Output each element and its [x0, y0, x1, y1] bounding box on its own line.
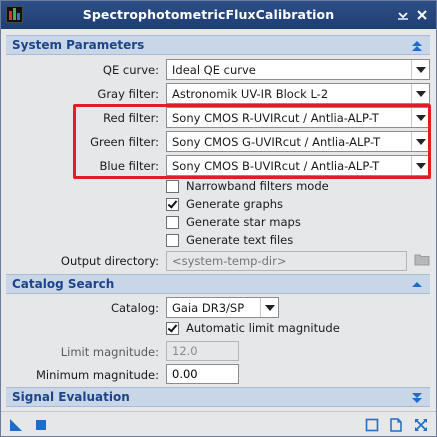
section-title: Signal Evaluation: [12, 390, 130, 404]
folder-icon[interactable]: [414, 252, 430, 266]
checkbox-box[interactable]: [166, 180, 179, 193]
app-icon: [6, 6, 23, 23]
window-title: SpectrophotometricFluxCalibration: [82, 7, 335, 22]
minimum-magnitude-field[interactable]: [166, 364, 239, 384]
generate-text-files-checkbox[interactable]: Generate text files: [166, 233, 366, 249]
chevron-down-icon: [260, 298, 278, 317]
blue-filter-combo[interactable]: Sony CMOS B-UVIRcut / Antlia-ALP-T: [166, 155, 430, 176]
checkbox-label: Generate star maps: [186, 215, 301, 229]
output-directory-field[interactable]: [166, 251, 407, 271]
section-system-parameters[interactable]: System Parameters: [6, 35, 430, 55]
green-filter-label: Green filter:: [90, 135, 159, 149]
red-filter-label: Red filter:: [103, 111, 159, 125]
narrowband-mode-checkbox[interactable]: Narrowband filters mode: [166, 179, 366, 195]
gray-filter-combo[interactable]: Astronomik UV-IR Block L-2: [166, 83, 430, 104]
checkbox-label: Automatic limit magnitude: [186, 321, 340, 335]
checkbox-box[interactable]: [166, 234, 179, 247]
blue-filter-label: Blue filter:: [99, 159, 159, 173]
red-filter-combo[interactable]: Sony CMOS R-UVIRcut / Antlia-ALP-T: [166, 107, 430, 128]
section-signal-evaluation[interactable]: Signal Evaluation: [6, 387, 430, 407]
execute-icon[interactable]: [34, 418, 48, 432]
generate-star-maps-checkbox[interactable]: Generate star maps: [166, 215, 366, 231]
limit-magnitude-field[interactable]: [166, 341, 239, 361]
automatic-limit-magnitude-checkbox[interactable]: Automatic limit magnitude: [166, 321, 386, 337]
collapse-window-icon[interactable]: [395, 7, 411, 23]
limit-magnitude-label: Limit magnitude:: [60, 345, 159, 359]
chevron-down-icon: [411, 156, 429, 175]
expand-section-icon[interactable]: [410, 391, 424, 404]
output-directory-label: Output directory:: [60, 254, 159, 268]
chevron-down-icon: [411, 60, 429, 79]
section-title: Catalog Search: [12, 277, 115, 291]
collapse-section-icon[interactable]: [410, 278, 424, 291]
checkmark-icon: [167, 198, 178, 209]
chevron-down-icon: [411, 108, 429, 127]
checkbox-label: Narrowband filters mode: [186, 179, 329, 193]
checkbox-box[interactable]: [166, 216, 179, 229]
title-bar[interactable]: SpectrophotometricFluxCalibration: [1, 1, 436, 29]
chevron-down-icon: [411, 84, 429, 103]
gray-filter-label: Gray filter:: [97, 87, 159, 101]
section-catalog-search[interactable]: Catalog Search: [6, 274, 430, 294]
checkbox-label: Generate graphs: [186, 197, 284, 211]
preferences-icon[interactable]: [414, 418, 428, 432]
checkbox-box[interactable]: [166, 322, 179, 335]
catalog-value: Gaia DR3/SP: [172, 301, 245, 315]
qe-curve-combo[interactable]: Ideal QE curve: [166, 59, 430, 80]
minimum-magnitude-label: Minimum magnitude:: [35, 368, 159, 382]
collapse-section-icon[interactable]: [410, 39, 424, 52]
checkbox-box[interactable]: [166, 198, 179, 211]
checkmark-icon: [167, 322, 178, 333]
green-filter-combo[interactable]: Sony CMOS G-UVIRcut / Antlia-ALP-T: [166, 131, 430, 152]
qe-curve-value: Ideal QE curve: [172, 63, 256, 77]
bottom-toolbar: [1, 411, 436, 436]
process-window: SpectrophotometricFluxCalibration System…: [0, 0, 437, 437]
reset-icon[interactable]: [365, 418, 379, 432]
catalog-label: Catalog:: [110, 301, 159, 315]
red-filter-value: Sony CMOS R-UVIRcut / Antlia-ALP-T: [172, 111, 379, 125]
section-title: System Parameters: [12, 38, 145, 52]
qe-curve-label: QE curve:: [102, 63, 159, 77]
chevron-down-icon: [411, 132, 429, 151]
gray-filter-value: Astronomik UV-IR Block L-2: [172, 87, 329, 101]
edit-instructions-icon[interactable]: [389, 418, 403, 432]
blue-filter-value: Sony CMOS B-UVIRcut / Antlia-ALP-T: [172, 159, 380, 173]
checkbox-label: Generate text files: [186, 233, 294, 247]
generate-graphs-checkbox[interactable]: Generate graphs: [166, 197, 366, 213]
close-icon[interactable]: [414, 7, 430, 23]
catalog-combo[interactable]: Gaia DR3/SP: [166, 297, 279, 318]
green-filter-value: Sony CMOS G-UVIRcut / Antlia-ALP-T: [172, 135, 381, 149]
new-instance-icon[interactable]: [9, 418, 23, 432]
